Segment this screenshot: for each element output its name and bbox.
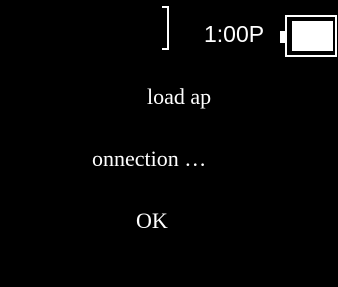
status-time: 1:00P (204, 21, 265, 47)
signal-bracket-icon (162, 6, 169, 50)
battery-icon (280, 15, 337, 57)
message-line-1: load ap (147, 84, 212, 109)
status-bar: 1:00P (0, 0, 338, 66)
device-screen: 1:00P load ap onnection … OK (0, 0, 338, 287)
bottom-edge (8, 276, 338, 287)
message-line-2: onnection … (92, 146, 207, 171)
ok-button[interactable]: OK (136, 204, 190, 238)
